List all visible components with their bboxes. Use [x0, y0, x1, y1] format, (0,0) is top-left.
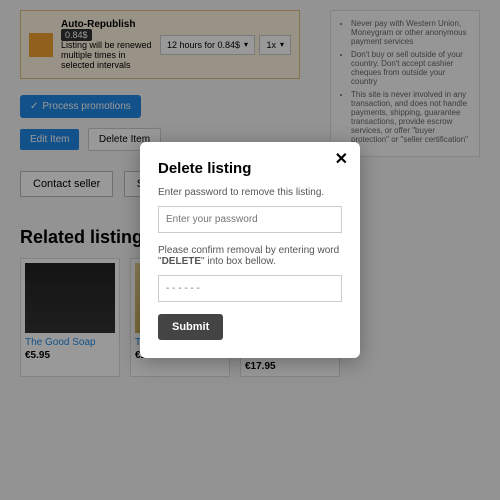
- modal-overlay: ✕ Delete listing Enter password to remov…: [0, 0, 500, 500]
- close-icon[interactable]: ✕: [335, 152, 348, 168]
- password-input[interactable]: [158, 206, 342, 233]
- submit-button[interactable]: Submit: [158, 314, 223, 340]
- modal-instruction: Enter password to remove this listing.: [158, 187, 342, 198]
- confirm-delete-input[interactable]: [158, 275, 342, 302]
- delete-listing-modal: ✕ Delete listing Enter password to remov…: [140, 142, 360, 358]
- modal-confirm-text: Please confirm removal by entering word …: [158, 245, 342, 267]
- modal-title: Delete listing: [158, 160, 342, 177]
